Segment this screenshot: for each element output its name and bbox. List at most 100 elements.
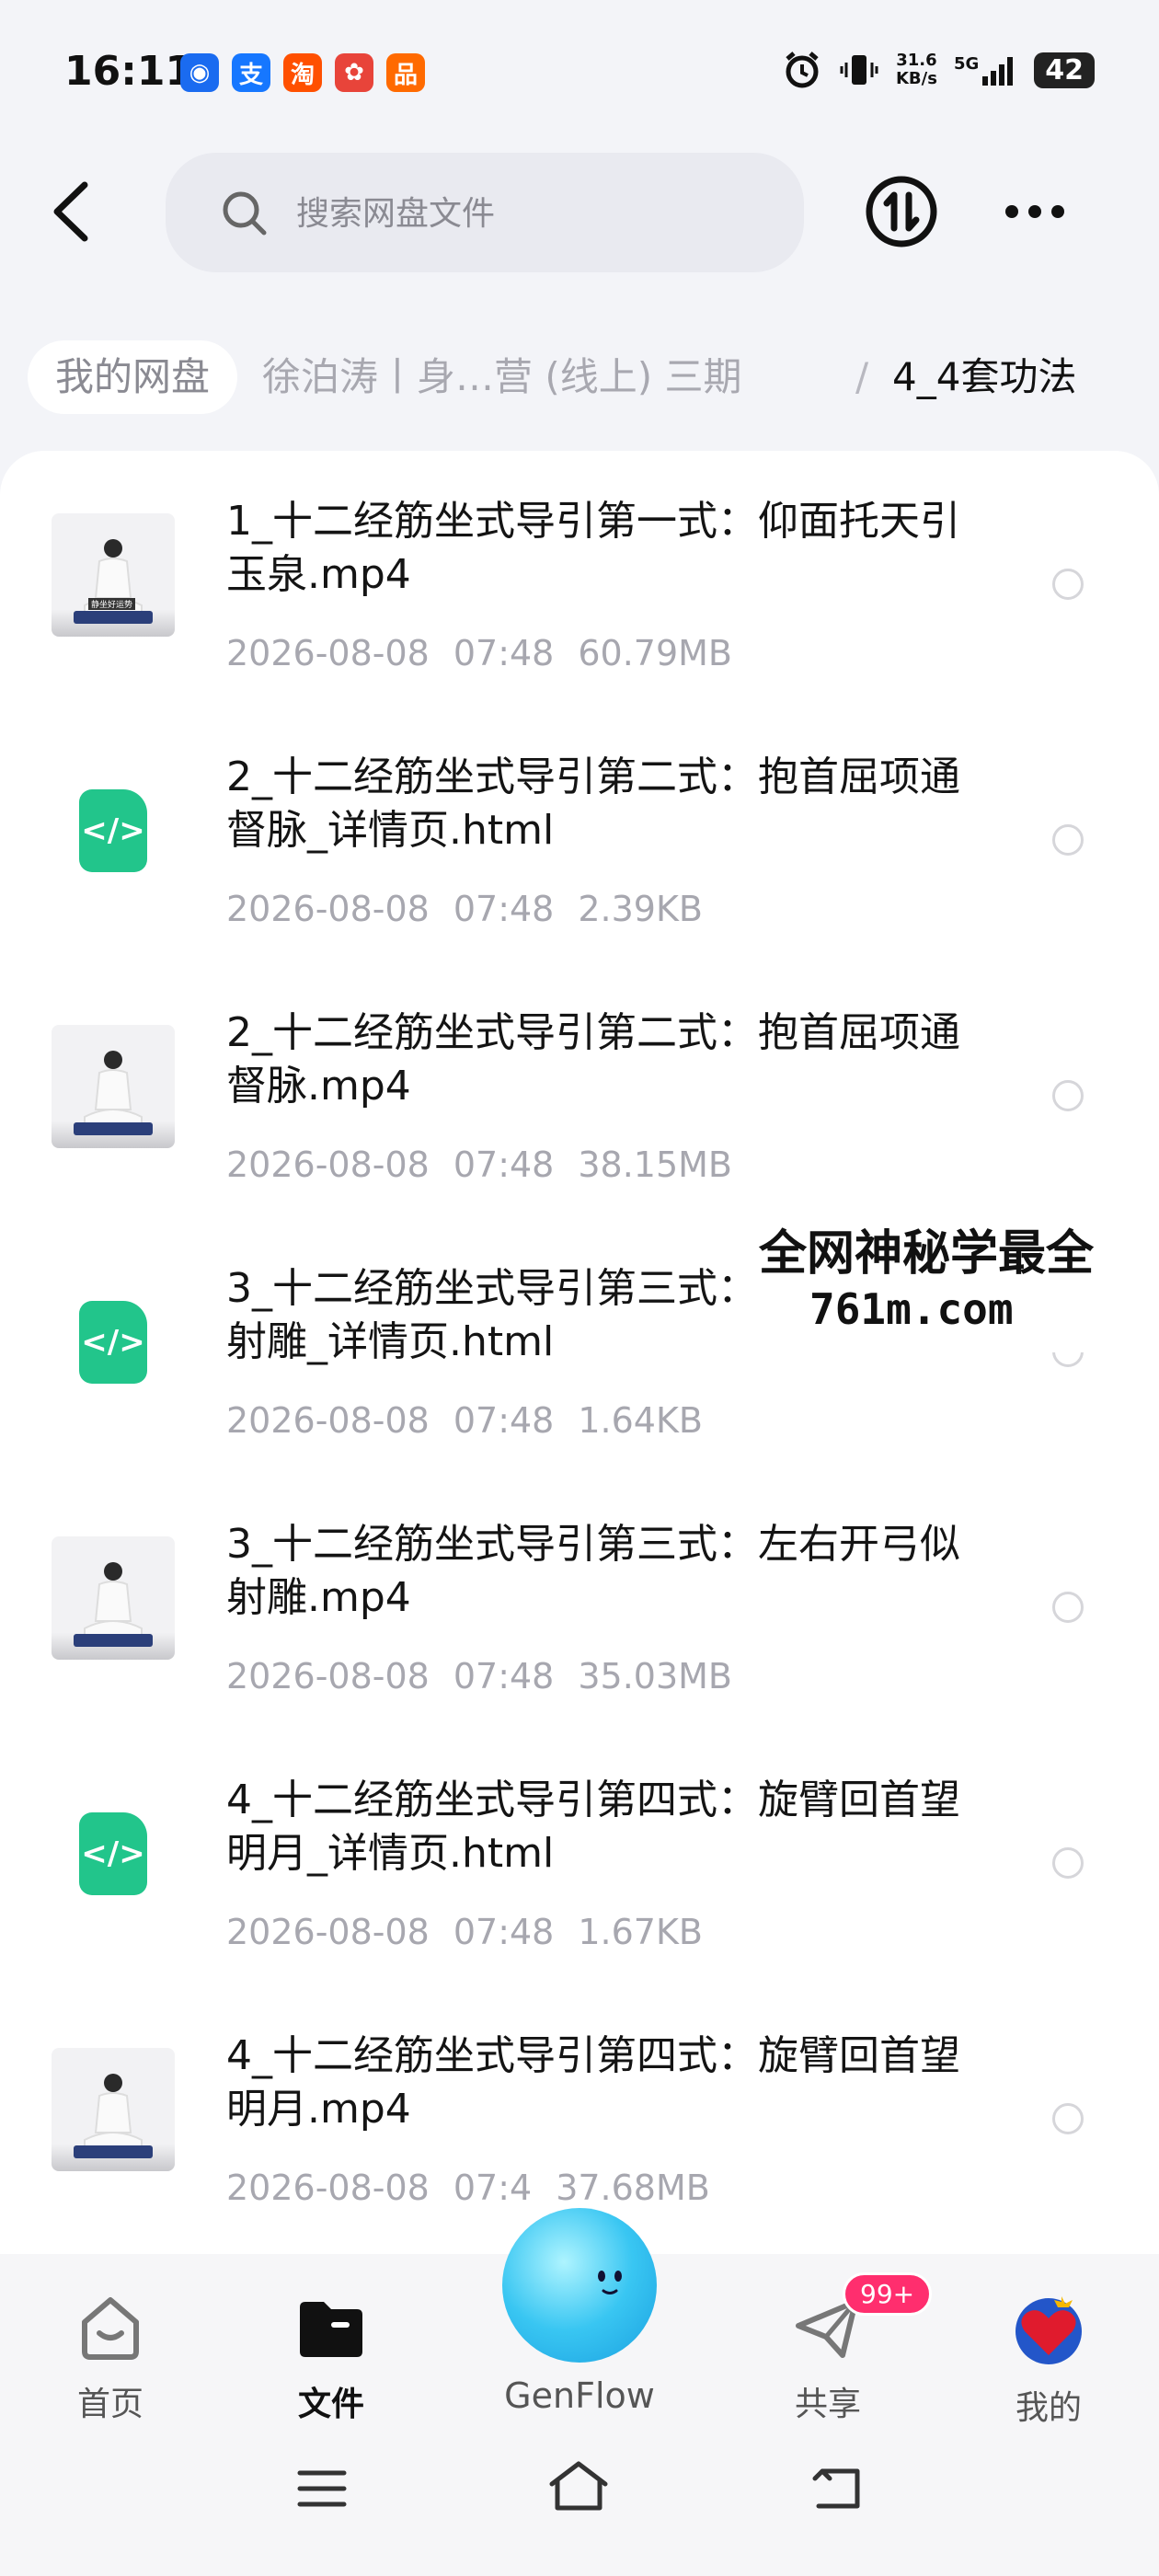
file-list: 静坐好运势 1_十二经筋坐式导引第一式：仰面托天引玉泉.mp4 2026-08-08…	[0, 451, 1159, 2254]
back-gesture-icon[interactable]	[809, 2466, 865, 2512]
watermark-line2: 761m.com	[809, 1284, 1014, 1334]
watermark-line1: 全网神秘学最全	[759, 1226, 1095, 1282]
thumbnail-caption: 静坐好运势	[88, 598, 136, 610]
select-radio[interactable]	[1052, 569, 1084, 600]
file-time: 07:48	[453, 1144, 555, 1185]
alipay-icon: 支	[232, 53, 270, 92]
file-size: 60.79MB	[578, 633, 733, 673]
file-date: 2026-08-08	[226, 2168, 430, 2208]
search-icon	[223, 191, 267, 236]
file-name: 4_十二经筋坐式导引第四式：旋臂回首望明月.mp4	[226, 2032, 960, 2133]
video-thumbnail: 静坐好运势	[52, 513, 175, 637]
file-meta: 2026-08-08 07:48 1.67KB	[226, 1912, 703, 1952]
file-size: 1.67KB	[578, 1912, 703, 1952]
back-button[interactable]	[46, 179, 101, 244]
taobao-icon: 淘	[283, 53, 322, 92]
select-radio[interactable]	[1052, 2103, 1084, 2134]
folder-icon	[300, 2302, 362, 2357]
breadcrumb-current: 4_4套功法	[892, 354, 1077, 399]
file-row[interactable]: </> 2_十二经筋坐式导引第二式：抱首屈项通督脉_详情页.html 2026-08…	[0, 714, 1159, 970]
battery-indicator: 42	[1034, 52, 1095, 88]
nav-home-label: 首页	[76, 2386, 143, 2423]
vibrate-icon	[840, 55, 878, 85]
file-time: 07:48	[453, 1656, 555, 1696]
orb-face-icon	[598, 2271, 622, 2294]
code-icon: </>	[79, 789, 147, 872]
file-row[interactable]: 3_十二经筋坐式导引第三式：左右开弓似射雕.mp4 2026-08-08 07:48…	[0, 1481, 1159, 1737]
menu-gesture-icon[interactable]	[296, 2466, 348, 2512]
breadcrumb-parent[interactable]: 徐泊涛丨身…营 (线上) 三期	[262, 340, 741, 414]
search-bar[interactable]	[166, 153, 804, 272]
app-icon: ✿	[335, 53, 373, 92]
person-figure	[74, 1051, 153, 1135]
signal-icon	[982, 57, 1014, 86]
breadcrumb-separator: /	[855, 354, 869, 399]
home-gesture-icon[interactable]	[546, 2458, 611, 2513]
select-radio[interactable]	[1052, 1847, 1084, 1879]
file-date: 2026-08-08	[226, 1912, 430, 1952]
select-radio[interactable]	[1052, 1080, 1084, 1111]
nav-files[interactable]: 文件	[258, 2291, 405, 2425]
video-thumbnail	[52, 1025, 175, 1148]
search-input[interactable]	[294, 180, 758, 247]
video-thumbnail	[52, 2048, 175, 2171]
more-button[interactable]	[1003, 193, 1067, 230]
transfer-icon	[866, 176, 937, 247]
code-icon: </>	[79, 1812, 147, 1895]
file-name: 3_十二经筋坐式导引第三式：左右开弓似射雕.mp4	[226, 1521, 960, 1621]
file-row[interactable]: 2_十二经筋坐式导引第二式：抱首屈项通督脉.mp4 2026-08-08 07:48…	[0, 970, 1159, 1225]
breadcrumb: 我的网盘 徐泊涛丨身…营 (线上) 三期 / 4_4套功法	[28, 340, 1131, 414]
html-file-icon: </>	[52, 769, 175, 892]
person-figure	[74, 539, 153, 624]
file-name: 1_十二经筋坐式导引第一式：仰面托天引玉泉.mp4	[226, 498, 960, 598]
genflow-orb-icon	[502, 2208, 657, 2363]
notification-icons: ◉ 支淘 ✿ 品	[180, 53, 425, 92]
nav-home[interactable]: 首页	[37, 2291, 184, 2425]
video-thumbnail	[52, 1536, 175, 1660]
net-speed-unit: KB/s	[895, 69, 937, 88]
status-bar: 16:11 ◉ 支淘 ✿ 品 31.6 KB/s 5G 42	[0, 0, 1159, 147]
transfer-button[interactable]	[865, 175, 938, 248]
nav-share-label: 共享	[794, 2386, 861, 2423]
home-face-icon	[82, 2297, 139, 2360]
file-meta: 2026-08-08 07:48 2.39KB	[226, 889, 703, 929]
network-type: 5G	[953, 54, 980, 74]
file-date: 2026-08-08	[226, 1400, 430, 1441]
file-size: 37.68MB	[556, 2168, 710, 2208]
file-date: 2026-08-08	[226, 1144, 430, 1185]
file-name: 2_十二经筋坐式导引第二式：抱首屈项通督脉_详情页.html	[226, 753, 960, 854]
file-size: 35.03MB	[578, 1656, 733, 1696]
breadcrumb-home[interactable]: 我的网盘	[28, 340, 238, 414]
nav-me[interactable]: 我的	[975, 2291, 1122, 2429]
html-file-icon: </>	[52, 1792, 175, 1915]
share-badge: 99+	[843, 2272, 933, 2316]
app-icon: 品	[386, 53, 425, 92]
select-radio[interactable]	[1052, 1592, 1084, 1623]
person-figure	[74, 1562, 153, 1647]
network-speed: 31.6 KB/s	[896, 52, 937, 88]
file-name: 2_十二经筋坐式导引第二式：抱首屈项通督脉.mp4	[226, 1009, 960, 1110]
net-speed-value: 31.6	[896, 51, 937, 70]
file-meta: 2026-08-08 07:48 60.79MB	[226, 633, 732, 673]
nav-genflow[interactable]: GenFlow	[493, 2208, 666, 2416]
file-time: 07:48	[453, 1400, 555, 1441]
pay-app-icon: ◉	[180, 53, 219, 92]
file-meta: 2026-08-08 07:4 37.68MB	[226, 2168, 710, 2208]
status-time: 16:11	[64, 48, 194, 95]
file-time: 07:48	[453, 889, 555, 929]
file-row[interactable]: 静坐好运势 1_十二经筋坐式导引第一式：仰面托天引玉泉.mp4 2026-08-08…	[0, 458, 1159, 714]
code-icon: </>	[79, 1301, 147, 1384]
file-size: 2.39KB	[578, 889, 703, 929]
file-size: 38.15MB	[578, 1144, 733, 1185]
file-time: 07:4	[453, 2168, 533, 2208]
file-time: 07:48	[453, 633, 555, 673]
nav-me-label: 我的	[1015, 2389, 1082, 2427]
file-date: 2026-08-08	[226, 633, 430, 673]
file-size: 1.64KB	[578, 1400, 703, 1441]
file-time: 07:48	[453, 1912, 555, 1952]
file-row[interactable]: </> 4_十二经筋坐式导引第四式：旋臂回首望明月_详情页.html 2026-08…	[0, 1737, 1159, 1993]
watermark: 全网神秘学最全 761m.com	[736, 1214, 1159, 1352]
html-file-icon: </>	[52, 1281, 175, 1404]
more-icon	[1005, 205, 1064, 218]
select-radio[interactable]	[1052, 824, 1084, 856]
